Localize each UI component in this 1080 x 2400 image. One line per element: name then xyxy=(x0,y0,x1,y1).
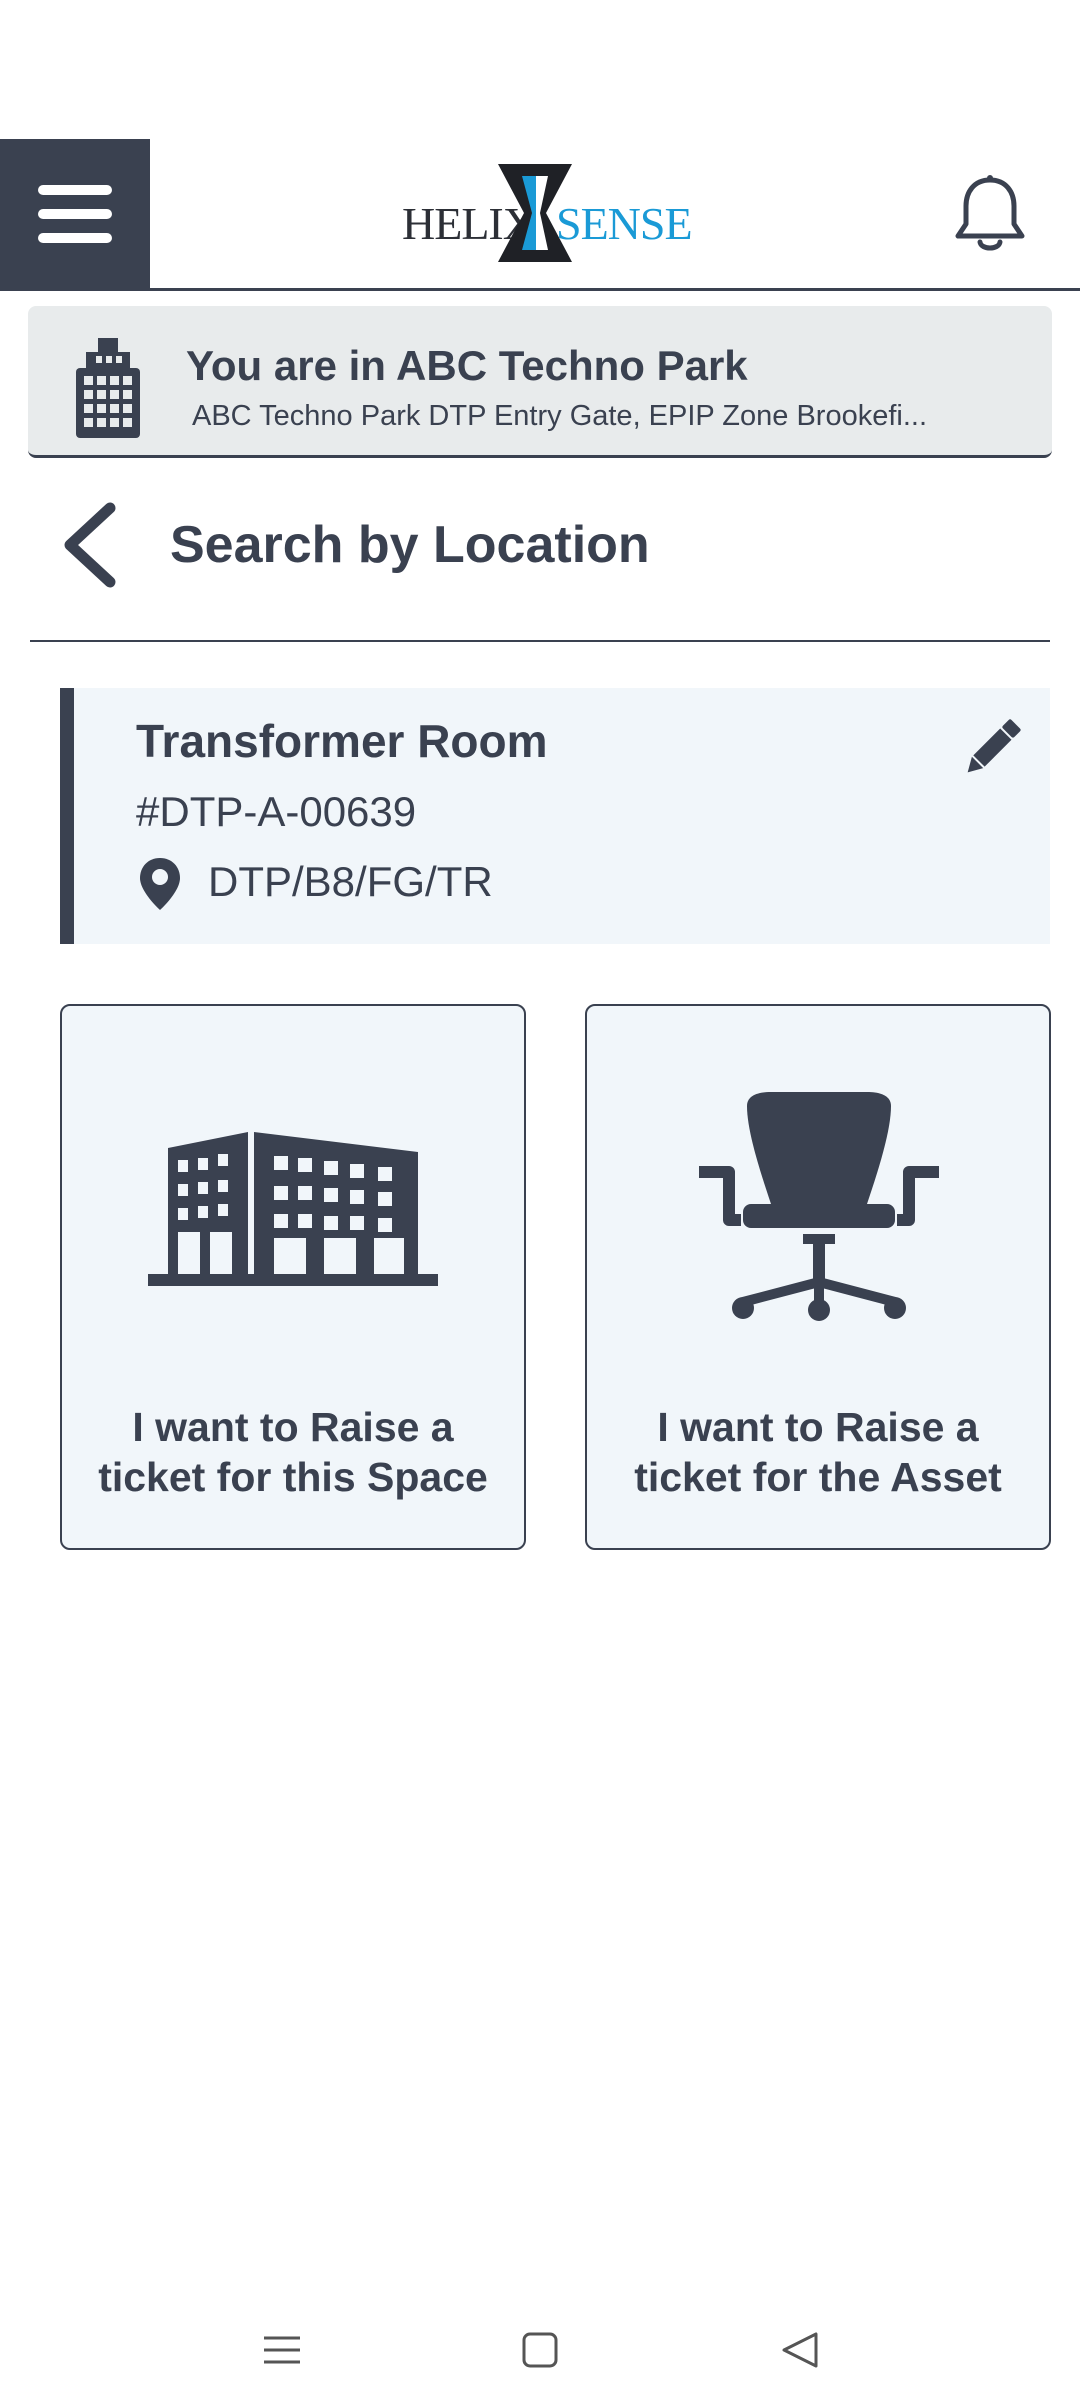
banner-address: ABC Techno Park DTP Entry Gate, EPIP Zon… xyxy=(192,400,928,432)
title-divider xyxy=(30,640,1050,642)
raise-ticket-asset-button[interactable]: I want to Raise a ticket for the Asset xyxy=(585,1004,1051,1550)
raise-ticket-asset-label: I want to Raise a ticket for the Asset xyxy=(634,1404,1002,1500)
helixsense-logo: HELIX SENSE xyxy=(402,162,693,267)
back-triangle-icon xyxy=(782,2332,818,2368)
banner-title: You are in ABC Techno Park xyxy=(186,342,748,389)
bell-icon xyxy=(955,175,1025,251)
office-building-icon xyxy=(148,1132,438,1286)
home-button[interactable] xyxy=(500,2320,580,2380)
page-title: Search by Location xyxy=(170,516,650,574)
logo-text-sense: SENSE xyxy=(556,198,693,249)
location-name: Transformer Room xyxy=(136,715,548,767)
system-back-button[interactable] xyxy=(760,2320,840,2380)
selected-location-card: Transformer Room #DTP-A-00639 DTP/B8/FG/… xyxy=(60,688,1050,944)
back-button[interactable] xyxy=(56,500,126,590)
raise-ticket-space-button[interactable]: I want to Raise a ticket for this Space xyxy=(60,1004,526,1550)
raise-ticket-space-label: I want to Raise a ticket for this Space xyxy=(98,1404,488,1500)
notification-button[interactable] xyxy=(950,172,1030,256)
menu-button[interactable] xyxy=(0,139,150,289)
pencil-icon xyxy=(967,719,1021,773)
header-divider xyxy=(0,288,1080,291)
current-location-banner[interactable]: You are in ABC Techno Park ABC Techno Pa… xyxy=(28,306,1052,458)
edit-location-button[interactable] xyxy=(956,714,1026,784)
system-navigation-bar xyxy=(0,2300,1080,2400)
office-chair-icon xyxy=(699,1092,939,1321)
location-path: DTP/B8/FG/TR xyxy=(208,858,493,905)
building-icon xyxy=(76,338,140,438)
location-code: #DTP-A-00639 xyxy=(136,788,417,835)
hamburger-menu-icon xyxy=(38,185,112,195)
recents-icon xyxy=(264,2336,300,2364)
map-pin-icon xyxy=(140,858,180,910)
chevron-left-icon xyxy=(64,502,116,588)
home-icon xyxy=(522,2332,558,2368)
recents-button[interactable] xyxy=(242,2320,322,2380)
